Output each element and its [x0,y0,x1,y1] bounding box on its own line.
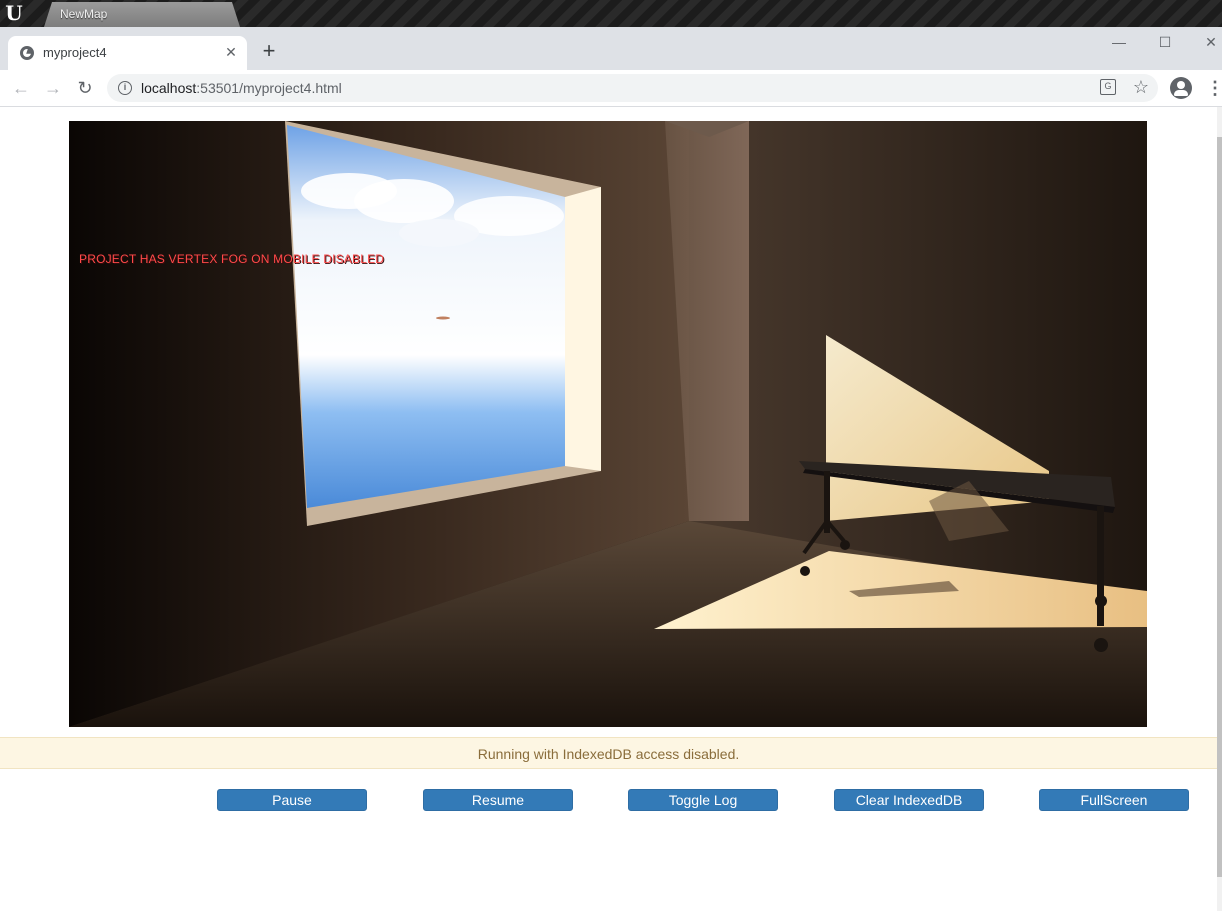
editor-title-bar: U NewMap [0,0,1222,27]
pause-button[interactable]: Pause [217,789,367,811]
account-icon[interactable] [1170,77,1192,99]
site-info-icon[interactable]: i [118,81,132,95]
reload-button[interactable]: ↻ [72,76,98,100]
url-path: :53501/myproject4.html [196,80,342,96]
new-tab-button[interactable]: + [257,39,281,63]
browser-tab[interactable]: myproject4 ✕ [8,36,247,70]
address-bar[interactable]: i localhost:53501/myproject4.html G ☆ [107,74,1158,102]
browser-toolbar: ← → ↻ i localhost:53501/myproject4.html … [0,70,1222,107]
scrollbar-thumb[interactable] [1217,137,1222,877]
page-scrollbar[interactable] [1217,107,1222,911]
close-tab-icon[interactable]: ✕ [222,43,240,61]
vertex-fog-warning: PROJECT HAS VERTEX FOG ON MOBILE DISABLE… [79,252,385,266]
browser-tab-strip: myproject4 ✕ + — ☐ ✕ [0,27,1222,70]
browser-menu-icon[interactable]: ⋮ [1206,78,1222,98]
editor-map-tab-label: NewMap [60,7,108,21]
toggle-log-button[interactable]: Toggle Log [628,789,778,811]
unreal-logo-icon: U [5,1,23,25]
translate-icon[interactable]: G [1100,79,1116,95]
forward-button[interactable]: → [40,76,66,100]
url-text[interactable]: localhost:53501/myproject4.html [141,80,342,96]
resume-button[interactable]: Resume [423,789,573,811]
globe-icon [20,46,34,60]
indexeddb-status-banner: Running with IndexedDB access disabled. [0,737,1217,769]
back-button[interactable]: ← [8,76,34,100]
game-canvas[interactable]: PROJECT HAS VERTEX FOG ON MOBILE DISABLE… [69,121,1147,727]
tab-title: myproject4 [43,45,107,60]
indexeddb-status-text: Running with IndexedDB access disabled. [477,746,740,762]
fullscreen-button[interactable]: FullScreen [1039,789,1189,811]
minimize-window-button[interactable]: — [1104,31,1134,53]
room-scene [69,121,1147,727]
maximize-window-button[interactable]: ☐ [1150,31,1180,53]
bookmark-star-icon[interactable]: ☆ [1131,77,1151,97]
editor-map-tab[interactable]: NewMap [44,2,240,27]
url-host: localhost [141,80,197,96]
close-window-button[interactable]: ✕ [1196,31,1222,53]
clear-indexeddb-button[interactable]: Clear IndexedDB [834,789,984,811]
